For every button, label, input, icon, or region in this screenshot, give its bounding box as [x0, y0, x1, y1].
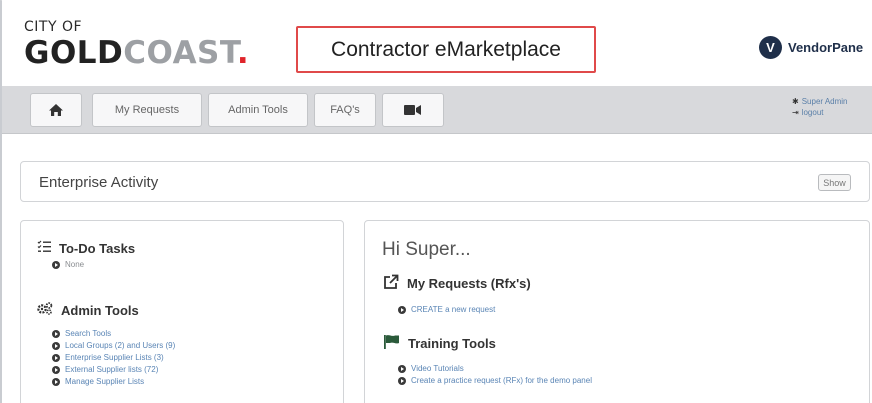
my-requests-heading: My Requests (Rfx's) [383, 274, 531, 293]
admin-item-label: Search Tools [65, 329, 112, 338]
circle-arrow-icon [52, 329, 60, 338]
user-admin-link[interactable]: ✱ Super Admin [792, 96, 848, 107]
header: CITY OF GOLDCOAST. Contractor eMarketpla… [2, 0, 872, 86]
city-logo[interactable]: CITY OF GOLDCOAST. [24, 20, 249, 70]
nav-bar: My Requests Admin Tools FAQ's ✱ Super Adm… [2, 86, 872, 134]
left-panel: To-Do Tasks None Admin Tools Search Tool… [20, 220, 344, 403]
logout-icon: ⇥ [792, 108, 799, 117]
admin-item-label: Local Groups (2) and Users (9) [65, 341, 176, 350]
my-requests-title: My Requests (Rfx's) [407, 276, 531, 291]
training-tools-title: Training Tools [408, 335, 496, 351]
logout-link[interactable]: ⇥ logout [792, 107, 848, 118]
list-item[interactable]: Create a practice request (RFx) for the … [398, 376, 592, 385]
circle-arrow-icon [52, 260, 60, 269]
admin-item-label: Manage Supplier Lists [65, 377, 145, 386]
vendorpanel-name: VendorPane [788, 40, 864, 55]
admin-item-label: Enterprise Supplier Lists (3) [65, 353, 164, 362]
user-links: ✱ Super Admin ⇥ logout [792, 96, 848, 118]
list-item[interactable]: Search Tools [52, 329, 111, 338]
flag-icon [383, 334, 400, 352]
todo-tasks-heading: To-Do Tasks [37, 240, 135, 256]
circle-arrow-icon [52, 377, 60, 386]
tab-faqs[interactable]: FAQ's [314, 93, 376, 127]
logo-dot: . [236, 35, 250, 71]
vendorpanel-logo-icon: V [759, 36, 782, 59]
external-link-icon [383, 274, 399, 293]
circle-arrow-icon [52, 353, 60, 362]
enterprise-activity-label: Enterprise Activity [39, 174, 159, 191]
right-panel: Hi Super... My Requests (Rfx's) CREATE a… [364, 220, 870, 403]
list-item[interactable]: Manage Supplier Lists [52, 377, 144, 386]
logo-city-text: CITY OF [24, 19, 83, 35]
video-camera-icon [404, 104, 422, 116]
tab-admin-tools[interactable]: Admin Tools [208, 93, 308, 127]
tab-home[interactable] [30, 93, 82, 127]
circle-arrow-icon [398, 305, 406, 314]
enterprise-activity-panel: Enterprise Activity Show [20, 161, 870, 202]
todo-tasks-title: To-Do Tasks [59, 240, 136, 256]
logout-label: logout [801, 108, 824, 117]
home-icon [48, 103, 64, 117]
training-tools-heading: Training Tools [383, 334, 496, 352]
list-item: None [52, 260, 84, 269]
list-item[interactable]: CREATE a new request [398, 305, 495, 314]
circle-arrow-icon [52, 365, 60, 374]
show-button[interactable]: Show [818, 174, 851, 191]
vendorpanel-logo[interactable]: V VendorPane [759, 36, 863, 59]
gear-icon: ✱ [792, 97, 799, 106]
gears-icon [37, 302, 53, 318]
tab-my-requests[interactable]: My Requests [92, 93, 202, 127]
admin-tools-title: Admin Tools [61, 302, 139, 318]
practice-request-link: Create a practice request (RFx) for the … [411, 376, 592, 385]
circle-arrow-icon [398, 364, 406, 373]
list-item[interactable]: External Supplier lists (72) [52, 365, 158, 374]
list-item[interactable]: Local Groups (2) and Users (9) [52, 341, 175, 350]
app-title: Contractor eMarketplace [296, 26, 596, 73]
list-item[interactable]: Video Tutorials [398, 364, 464, 373]
list-item[interactable]: Enterprise Supplier Lists (3) [52, 353, 164, 362]
create-request-link: CREATE a new request [411, 305, 496, 314]
logo-gold: GOLD [24, 35, 124, 71]
logo-coast: COAST [123, 35, 237, 71]
greeting: Hi Super... [382, 239, 471, 260]
todo-item-label: None [65, 260, 85, 269]
video-tutorials-link: Video Tutorials [411, 364, 464, 373]
admin-tools-heading: Admin Tools [37, 302, 139, 318]
logo-wordmark: GOLDCOAST. [24, 36, 249, 70]
list-check-icon [37, 240, 51, 256]
circle-arrow-icon [398, 376, 406, 385]
circle-arrow-icon [52, 341, 60, 350]
tab-video[interactable] [382, 93, 444, 127]
user-name: Super Admin [801, 97, 848, 106]
admin-item-label: External Supplier lists (72) [65, 365, 159, 374]
